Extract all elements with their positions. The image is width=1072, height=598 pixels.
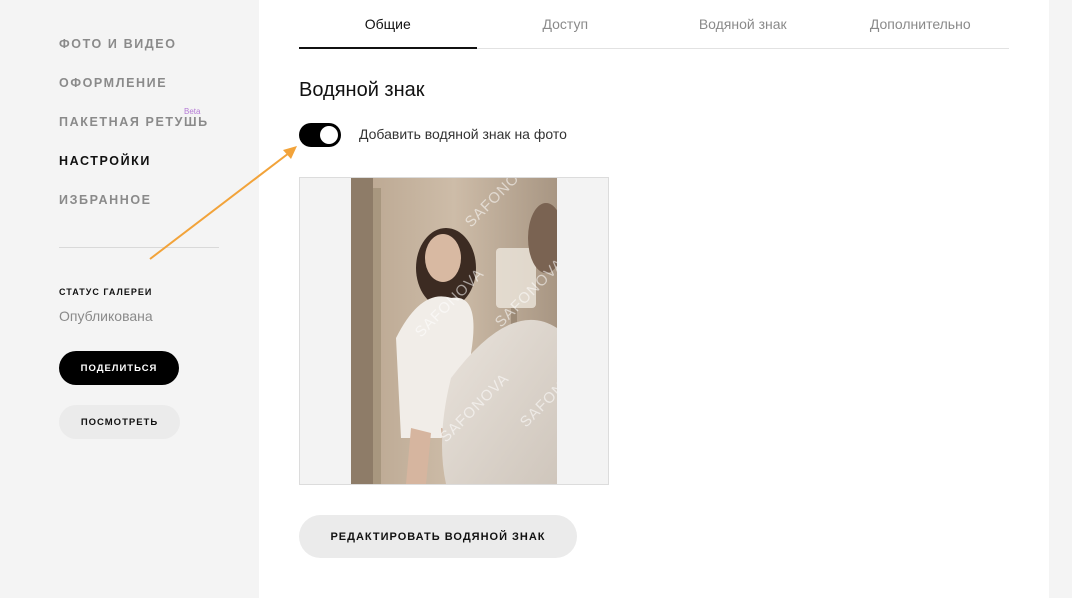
tab-additional[interactable]: Дополнительно bbox=[832, 0, 1010, 48]
right-gutter bbox=[1049, 0, 1072, 598]
sidebar: ФОТО И ВИДЕО ОФОРМЛЕНИЕ ПАКЕТНАЯ РЕТУШЬ … bbox=[0, 0, 259, 598]
sidebar-item-label: ФОТО И ВИДЕО bbox=[59, 37, 177, 51]
preview-photo: SAFONOVA SAFONOVA SAFONOVA SAFONOVA SAFO… bbox=[351, 178, 557, 484]
tab-access[interactable]: Доступ bbox=[477, 0, 655, 48]
share-button[interactable]: ПОДЕЛИТЬСЯ bbox=[59, 351, 179, 385]
toggle-knob bbox=[320, 126, 338, 144]
sidebar-item-settings[interactable]: НАСТРОЙКИ bbox=[59, 154, 209, 193]
watermark-toggle[interactable] bbox=[299, 123, 341, 147]
sidebar-item-favorites[interactable]: ИЗБРАННОЕ bbox=[59, 193, 209, 232]
gallery-status-value: Опубликована bbox=[59, 308, 153, 324]
sidebar-divider bbox=[59, 247, 219, 248]
watermark-toggle-label: Добавить водяной знак на фото bbox=[359, 126, 567, 142]
view-button[interactable]: ПОСМОТРЕТЬ bbox=[59, 405, 180, 439]
beta-badge: Beta bbox=[184, 107, 201, 116]
sidebar-item-photo-video[interactable]: ФОТО И ВИДЕО bbox=[59, 37, 209, 76]
photo-illustration: SAFONOVA SAFONOVA SAFONOVA SAFONOVA SAFO… bbox=[351, 178, 557, 484]
gallery-status-title: СТАТУС ГАЛЕРЕИ bbox=[59, 287, 153, 297]
settings-tabs: Общие Доступ Водяной знак Дополнительно bbox=[299, 0, 1009, 49]
sidebar-item-label: НАСТРОЙКИ bbox=[59, 154, 151, 168]
sidebar-nav: ФОТО И ВИДЕО ОФОРМЛЕНИЕ ПАКЕТНАЯ РЕТУШЬ … bbox=[59, 37, 209, 232]
section-title: Водяной знак bbox=[299, 79, 425, 101]
sidebar-item-label: ОФОРМЛЕНИЕ bbox=[59, 76, 168, 90]
edit-watermark-button[interactable]: РЕДАКТИРОВАТЬ ВОДЯНОЙ ЗНАК bbox=[299, 515, 577, 558]
watermark-preview: SAFONOVA SAFONOVA SAFONOVA SAFONOVA SAFO… bbox=[299, 177, 609, 485]
main-content: Общие Доступ Водяной знак Дополнительно … bbox=[259, 0, 1049, 598]
sidebar-item-label: ИЗБРАННОЕ bbox=[59, 193, 152, 207]
sidebar-item-batch-retouch[interactable]: ПАКЕТНАЯ РЕТУШЬ Beta bbox=[59, 107, 209, 154]
tab-watermark[interactable]: Водяной знак bbox=[654, 0, 832, 48]
tab-general[interactable]: Общие bbox=[299, 0, 477, 49]
